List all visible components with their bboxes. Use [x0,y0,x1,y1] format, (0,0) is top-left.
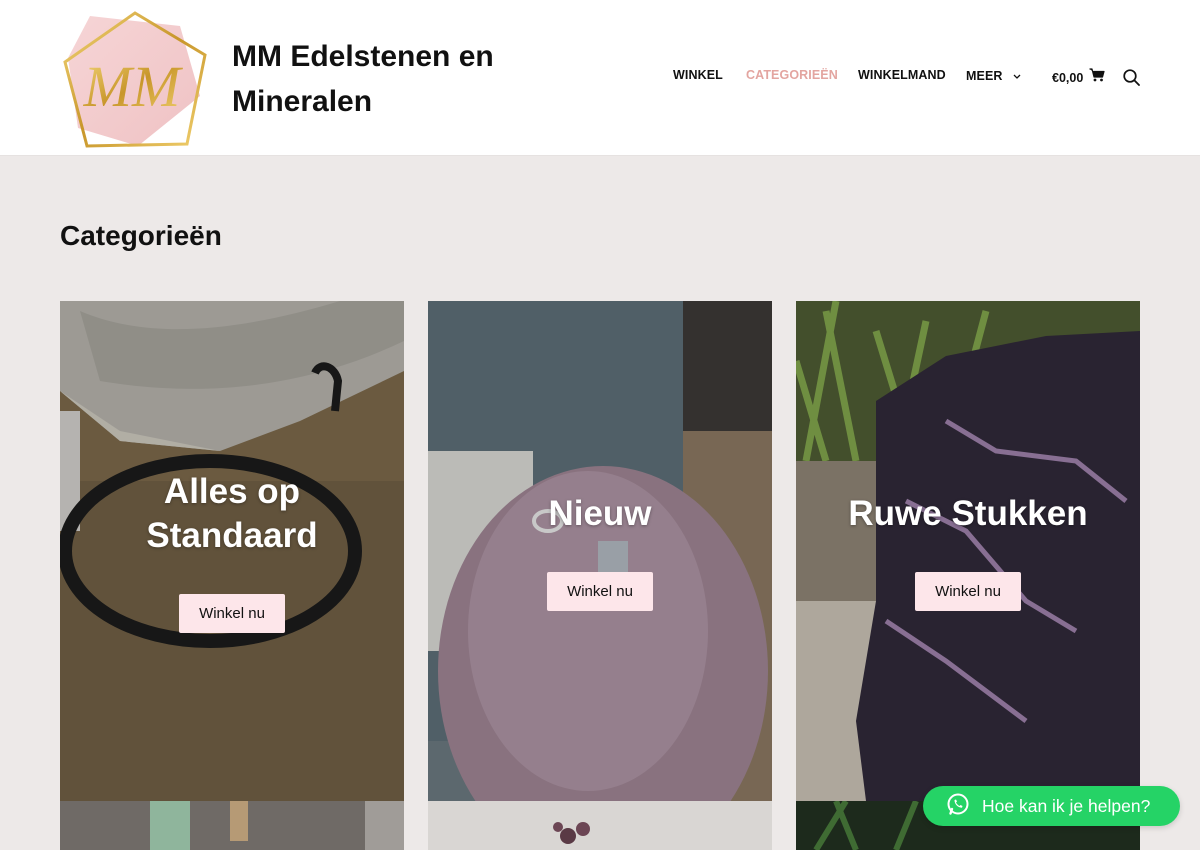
shop-now-button[interactable]: Winkel nu [179,593,285,633]
site-header: MM MM Edelstenen en Mineralen WINKEL CAT… [0,0,1200,156]
category-card-row2-2[interactable] [428,801,772,850]
category-title: Ruwe Stukken [848,493,1088,533]
category-card-row2-1[interactable] [60,801,404,850]
cart-button[interactable]: €0,00 [1052,68,1105,87]
category-card-content: Nieuw Winkel nu [428,301,772,801]
nav-item-winkelmand[interactable]: WINKELMAND [858,68,946,82]
category-title: Alles op Standaard [146,471,318,555]
shop-now-button[interactable]: Winkel nu [915,571,1021,611]
category-card-content: Ruwe Stukken Winkel nu [796,301,1140,801]
nav-item-meer-label: MEER [966,69,1003,83]
nav-item-meer[interactable]: MEER [966,68,1021,83]
main-navigation: WINKEL CATEGORIEËN WINKELMAND MEER [0,68,1200,88]
cart-icon [1089,68,1105,87]
category-title: Nieuw [548,493,652,533]
shop-now-button[interactable]: Winkel nu [547,571,653,611]
page-title: Categorieën [60,220,222,251]
whatsapp-chat-button[interactable]: Hoe kan ik je helpen? [923,786,1180,826]
cart-total: €0,00 [1052,70,1084,85]
category-card-ruwe-stukken[interactable]: Ruwe Stukken Winkel nu [796,301,1140,801]
category-image [428,801,772,850]
category-card-content: Alles op Standaard Winkel nu [60,301,404,801]
category-image [60,801,404,850]
category-card-nieuw[interactable]: Nieuw Winkel nu [428,301,772,801]
nav-item-categorieen[interactable]: CATEGORIEËN [746,68,838,82]
search-icon[interactable] [1123,69,1140,91]
whatsapp-icon [946,792,970,821]
chevron-down-icon [1013,68,1021,82]
nav-item-winkel[interactable]: WINKEL [673,68,723,82]
category-card-alles-op-standaard[interactable]: Alles op Standaard Winkel nu [60,301,404,801]
whatsapp-label: Hoe kan ik je helpen? [982,795,1151,816]
